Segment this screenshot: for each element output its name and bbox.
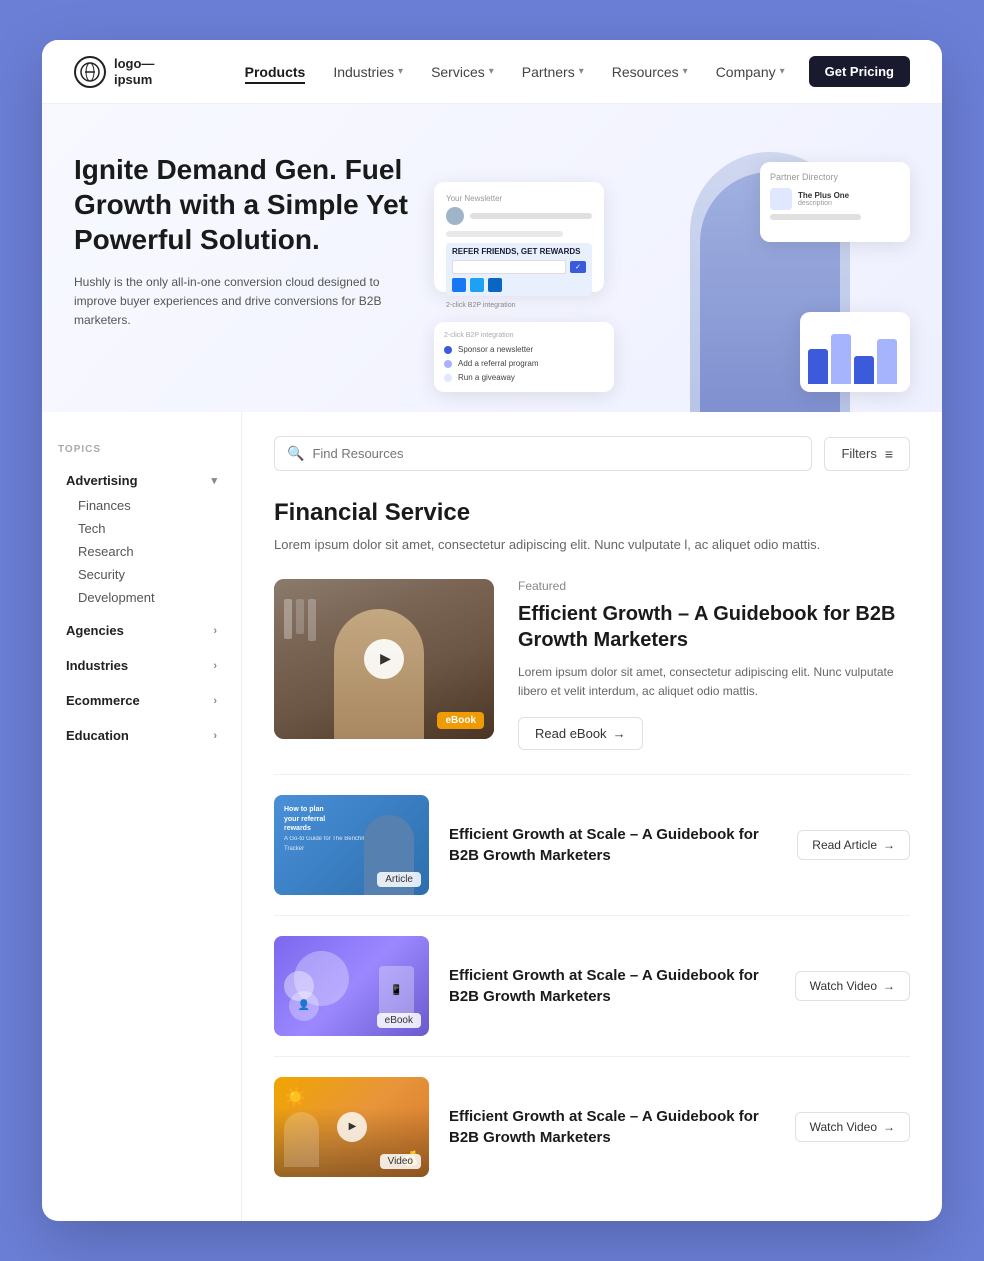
- article-title-1: Efficient Growth at Scale – A Guidebook …: [449, 824, 777, 866]
- nav-links: Products Industries ▾ Services ▾ Partner…: [245, 60, 785, 84]
- sidebar-group-industries: Industries ›: [58, 652, 225, 679]
- article-card-2: 📱 👤 eBook Efficient Growth at Scale – A …: [274, 915, 910, 1056]
- video-play-overlay[interactable]: ▶: [337, 1112, 367, 1142]
- logo-icon: [74, 56, 106, 88]
- chevron-right-icon: ›: [213, 695, 217, 707]
- sidebar-item-finances[interactable]: Finances: [70, 494, 225, 517]
- nav-resources[interactable]: Resources ▾: [612, 60, 688, 84]
- sidebar-group-ecommerce: Ecommerce ›: [58, 687, 225, 714]
- sidebar-advertising-subitems: Finances Tech Research Security Developm…: [58, 494, 225, 609]
- sidebar-group-agencies: Agencies ›: [58, 617, 225, 644]
- article-card-3: ☀️ 💰 ▶ Video Efficient Growth at Scale –…: [274, 1056, 910, 1197]
- play-button[interactable]: ▶: [364, 639, 404, 679]
- article-info-3: Efficient Growth at Scale – A Guidebook …: [449, 1106, 775, 1148]
- chevron-down-icon: ▾: [780, 66, 785, 77]
- chevron-down-icon: ▾: [579, 66, 584, 77]
- play-icon: ▶: [380, 650, 391, 667]
- arrow-icon: →: [613, 726, 626, 741]
- read-article-button-1[interactable]: Read Article →: [797, 830, 910, 860]
- nav-products[interactable]: Products: [245, 60, 306, 84]
- article-info-2: Efficient Growth at Scale – A Guidebook …: [449, 965, 775, 1007]
- play-icon: ▶: [349, 1121, 357, 1132]
- chart-bar-3: [854, 356, 874, 384]
- hero-text: Ignite Demand Gen. Fuel Growth with a Si…: [74, 152, 414, 379]
- section-description: Lorem ipsum dolor sit amet, consectetur …: [274, 535, 910, 555]
- filters-button[interactable]: Filters ≡: [824, 437, 910, 471]
- main-content: 🔍 Filters ≡ Financial Service Lorem ipsu…: [242, 412, 942, 1221]
- sidebar-item-development[interactable]: Development: [70, 586, 225, 609]
- sidebar-group-ecommerce-header[interactable]: Ecommerce ›: [58, 687, 225, 714]
- watch-video-button-2[interactable]: Watch Video →: [795, 1112, 910, 1142]
- chart-bar-1: [808, 349, 828, 384]
- chevron-down-icon: ▾: [489, 66, 494, 77]
- ebook-badge: eBook: [437, 712, 484, 729]
- hero-card-chart: [800, 312, 910, 392]
- watch-video-button-1[interactable]: Watch Video →: [795, 971, 910, 1001]
- featured-article-image: ▶ eBook: [274, 579, 494, 739]
- sidebar-group-advertising-header[interactable]: Advertising ▾: [58, 467, 225, 494]
- article-card-1: How to planyour referralrewardsA Go-to G…: [274, 774, 910, 915]
- sidebar: TOPICS Advertising ▾ Finances Tech Resea…: [42, 412, 242, 1221]
- article-info-1: Efficient Growth at Scale – A Guidebook …: [449, 824, 777, 866]
- sidebar-group-advertising: Advertising ▾ Finances Tech Research Sec…: [58, 467, 225, 609]
- sidebar-item-security[interactable]: Security: [70, 563, 225, 586]
- sidebar-item-tech[interactable]: Tech: [70, 517, 225, 540]
- nav-services[interactable]: Services ▾: [431, 60, 494, 84]
- hero-visuals: Your Newsletter REFER FRIENDS, GET REWAR…: [434, 152, 910, 412]
- navbar: logo— ipsum Products Industries ▾ Servic…: [42, 40, 942, 104]
- featured-article-info: Featured Efficient Growth – A Guidebook …: [518, 579, 910, 750]
- search-filter-row: 🔍 Filters ≡: [274, 436, 910, 471]
- read-ebook-button[interactable]: Read eBook →: [518, 717, 643, 750]
- search-icon: 🔍: [287, 445, 304, 462]
- chevron-right-icon: ›: [213, 660, 217, 672]
- chevron-right-icon: ›: [213, 730, 217, 742]
- article-image-3: ☀️ 💰 ▶ Video: [274, 1077, 429, 1177]
- sidebar-item-research[interactable]: Research: [70, 540, 225, 563]
- sidebar-group-education: Education ›: [58, 722, 225, 749]
- topics-label: TOPICS: [58, 444, 225, 455]
- arrow-icon: →: [883, 1120, 895, 1134]
- hero-title: Ignite Demand Gen. Fuel Growth with a Si…: [74, 152, 414, 257]
- section-title: Financial Service: [274, 499, 910, 527]
- nav-company[interactable]: Company ▾: [716, 60, 785, 84]
- featured-tag: Featured: [518, 579, 910, 593]
- hero-description: Hushly is the only all-in-one conversion…: [74, 273, 414, 331]
- hero-card-integration: 2-click B2P integration Sponsor a newsle…: [434, 322, 614, 392]
- sidebar-group-industries-header[interactable]: Industries ›: [58, 652, 225, 679]
- hero-section: Ignite Demand Gen. Fuel Growth with a Si…: [42, 104, 942, 412]
- search-input[interactable]: [312, 446, 799, 461]
- get-pricing-button[interactable]: Get Pricing: [809, 56, 910, 87]
- chart-bar-2: [831, 334, 851, 384]
- featured-article-description: Lorem ipsum dolor sit amet, consectetur …: [518, 663, 910, 701]
- content-area: TOPICS Advertising ▾ Finances Tech Resea…: [42, 412, 942, 1221]
- article-title-3: Efficient Growth at Scale – A Guidebook …: [449, 1106, 775, 1148]
- article-title-2: Efficient Growth at Scale – A Guidebook …: [449, 965, 775, 1007]
- nav-partners[interactable]: Partners ▾: [522, 60, 584, 84]
- featured-article-card: ▶ eBook Featured Efficient Growth – A Gu…: [274, 579, 910, 750]
- article-image-2: 📱 👤 eBook: [274, 936, 429, 1036]
- arrow-icon: →: [883, 979, 895, 993]
- chevron-down-icon: ▾: [211, 474, 217, 487]
- hero-card-newsletter: Your Newsletter REFER FRIENDS, GET REWAR…: [434, 182, 604, 292]
- nav-industries[interactable]: Industries ▾: [333, 60, 403, 84]
- sidebar-group-education-header[interactable]: Education ›: [58, 722, 225, 749]
- logo[interactable]: logo— ipsum: [74, 56, 154, 88]
- chevron-down-icon: ▾: [398, 66, 403, 77]
- article-badge-3: Video: [380, 1154, 421, 1169]
- hero-card-partner: Partner Directory The Plus One descripti…: [760, 162, 910, 242]
- filter-icon: ≡: [885, 446, 893, 462]
- logo-text: logo— ipsum: [114, 56, 154, 87]
- chart-bar-4: [877, 339, 897, 384]
- browser-window: logo— ipsum Products Industries ▾ Servic…: [42, 40, 942, 1221]
- featured-article-title: Efficient Growth – A Guidebook for B2B G…: [518, 601, 910, 653]
- article-image-1: How to planyour referralrewardsA Go-to G…: [274, 795, 429, 895]
- sidebar-group-agencies-header[interactable]: Agencies ›: [58, 617, 225, 644]
- article-badge-1: Article: [377, 872, 421, 887]
- chevron-down-icon: ▾: [683, 66, 688, 77]
- chevron-right-icon: ›: [213, 625, 217, 637]
- arrow-icon: →: [883, 838, 895, 852]
- search-box[interactable]: 🔍: [274, 436, 812, 471]
- article-badge-2: eBook: [377, 1013, 421, 1028]
